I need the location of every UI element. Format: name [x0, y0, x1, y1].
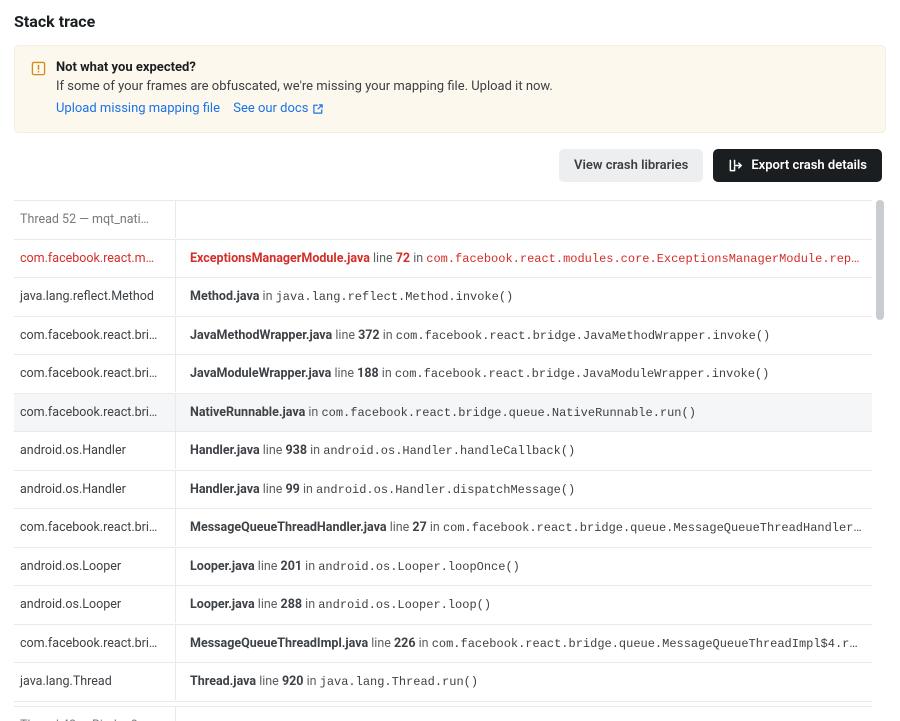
actions-bar: View crash libraries Export crash detail… — [14, 149, 886, 182]
export-crash-details-button[interactable]: Export crash details — [713, 149, 882, 182]
external-link-icon — [312, 103, 324, 115]
page-title: Stack trace — [14, 12, 886, 31]
frame-detail — [176, 714, 872, 721]
export-crash-details-label: Export crash details — [751, 158, 867, 173]
frame-detail: ExceptionsManagerModule.java line 72 in … — [176, 240, 872, 277]
frame-package: java.lang.Thread — [14, 663, 176, 700]
table-row[interactable]: com.facebook.react.bri…MessageQueueThrea… — [14, 625, 872, 664]
notice-title: Not what you expected? — [56, 60, 869, 75]
frame-detail: MessageQueueThreadImpl.java line 226 in … — [176, 625, 872, 662]
frame-package: com.facebook.react.bri… — [14, 317, 176, 354]
table-row[interactable]: Thread 43 — Binder:8… — [14, 706, 872, 721]
table-row[interactable]: java.lang.reflect.MethodMethod.java in j… — [14, 278, 872, 317]
table-row[interactable]: com.facebook.react.bri…NativeRunnable.ja… — [14, 394, 872, 433]
table-row[interactable]: com.facebook.react.bri…JavaModuleWrapper… — [14, 355, 872, 394]
table-row[interactable]: android.os.HandlerHandler.java line 938 … — [14, 432, 872, 471]
see-docs-label: See our docs — [233, 101, 308, 116]
frame-package: Thread 52 — mqt_nati… — [14, 201, 176, 238]
frame-package: android.os.Handler — [14, 432, 176, 469]
frame-detail: JavaModuleWrapper.java line 188 in com.f… — [176, 355, 872, 392]
frame-detail: Looper.java line 288 in android.os.Loope… — [176, 586, 872, 623]
frame-detail: NativeRunnable.java in com.facebook.reac… — [176, 394, 872, 431]
table-row[interactable]: Thread 52 — mqt_nati… — [14, 201, 872, 240]
stack-trace-table: Thread 52 — mqt_nati…com.facebook.react.… — [14, 200, 872, 721]
table-row[interactable]: com.facebook.react.bri…JavaMethodWrapper… — [14, 317, 872, 356]
frame-package: java.lang.reflect.Method — [14, 278, 176, 315]
frame-package: com.facebook.react.m… — [14, 240, 176, 277]
frame-package: com.facebook.react.bri… — [14, 355, 176, 392]
frame-package: android.os.Looper — [14, 586, 176, 623]
table-row[interactable]: android.os.LooperLooper.java line 201 in… — [14, 548, 872, 587]
view-crash-libraries-label: View crash libraries — [574, 158, 688, 173]
frame-package: com.facebook.react.bri… — [14, 394, 176, 431]
frame-detail: JavaMethodWrapper.java line 372 in com.f… — [176, 317, 872, 354]
upload-mapping-link[interactable]: Upload missing mapping file — [56, 101, 220, 116]
scrollbar-thumb[interactable] — [876, 200, 884, 320]
scrollbar[interactable] — [876, 200, 884, 721]
frame-detail: Handler.java line 938 in android.os.Hand… — [176, 432, 872, 469]
frame-package: com.facebook.react.bri… — [14, 509, 176, 546]
warning-icon — [31, 60, 46, 116]
frame-detail: MessageQueueThreadHandler.java line 27 i… — [176, 509, 872, 546]
table-row[interactable]: com.facebook.react.m…ExceptionsManagerMo… — [14, 240, 872, 279]
notice-desc: If some of your frames are obfuscated, w… — [56, 79, 869, 94]
frame-detail: Method.java in java.lang.reflect.Method.… — [176, 278, 872, 315]
notice-banner: Not what you expected? If some of your f… — [14, 45, 886, 133]
frame-detail: Handler.java line 99 in android.os.Handl… — [176, 471, 872, 508]
export-icon — [728, 158, 743, 173]
frame-package: android.os.Looper — [14, 548, 176, 585]
table-row[interactable]: java.lang.ThreadThread.java line 920 in … — [14, 663, 872, 702]
frame-package: Thread 43 — Binder:8… — [14, 707, 176, 721]
table-row[interactable]: android.os.LooperLooper.java line 288 in… — [14, 586, 872, 625]
view-crash-libraries-button[interactable]: View crash libraries — [559, 149, 703, 182]
table-row[interactable]: android.os.HandlerHandler.java line 99 i… — [14, 471, 872, 510]
frame-detail: Looper.java line 201 in android.os.Loope… — [176, 548, 872, 585]
frame-detail — [176, 209, 872, 231]
frame-package: android.os.Handler — [14, 471, 176, 508]
table-row[interactable]: com.facebook.react.bri…MessageQueueThrea… — [14, 509, 872, 548]
frame-package: com.facebook.react.bri… — [14, 625, 176, 662]
see-docs-link[interactable]: See our docs — [233, 101, 324, 116]
frame-detail: Thread.java line 920 in java.lang.Thread… — [176, 663, 872, 700]
